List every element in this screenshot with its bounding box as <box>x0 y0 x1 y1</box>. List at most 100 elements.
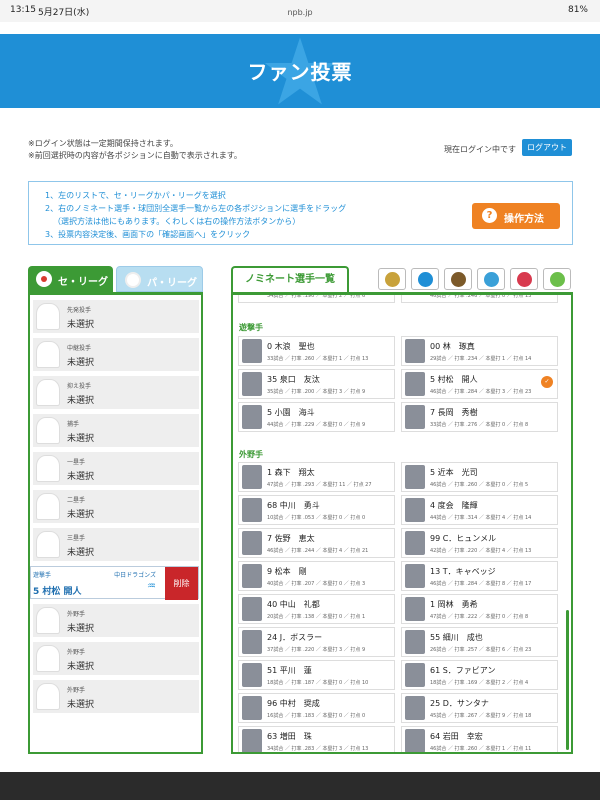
player-card[interactable]: 24 J．ボスラー 37試合 ／ 打率 .220 ／ 本塁打 3 ／ 打点 9 <box>238 627 395 657</box>
player-name: 35 泉口 友汰 <box>267 375 320 384</box>
player-stats: 18試合 ／ 打率 .187 ／ 本塁打 0 ／ 打点 10 <box>267 680 369 686</box>
position-slot[interactable]: 二塁手 未選択 <box>33 490 199 523</box>
team-logo-swallows-icon[interactable] <box>543 268 571 290</box>
position-slot[interactable]: 先発投手 未選択 <box>33 300 199 333</box>
nominee-list: 34試合 ／ 打率 .190 ／ 本塁打 2 ／ 打点 6 46試合 ／ 打率 … <box>231 292 573 754</box>
player-photo <box>242 597 262 621</box>
player-card[interactable]: 5 近本 光司 46試合 ／ 打率 .260 ／ 本塁打 0 ／ 打点 5 <box>401 462 558 492</box>
selected-shortstop-slot[interactable]: 遊撃手 中日ドラゴンズ 5 村松 開人 ♒ 削除 <box>30 566 199 600</box>
player-stats: 46試合 ／ 打率 .260 ／ 本塁打 1 ／ 打点 11 <box>430 746 532 752</box>
avatar-placeholder-icon <box>36 645 60 672</box>
player-card[interactable]: 35 泉口 友汰 35試合 ／ 打率 .200 ／ 本塁打 3 ／ 打点 9 <box>238 369 395 399</box>
position-player: 未選択 <box>67 320 95 330</box>
tab-central-league[interactable]: セ・リーグ <box>28 266 113 292</box>
player-card[interactable]: 64 岩田 幸宏 46試合 ／ 打率 .260 ／ 本塁打 1 ／ 打点 11 <box>401 726 558 752</box>
player-card[interactable]: 96 中村 奨成 16試合 ／ 打率 .183 ／ 本塁打 0 ／ 打点 0 <box>238 693 395 723</box>
player-name: 9 松本 剛 <box>267 567 307 576</box>
tab-pacific-label: パ・リーグ <box>147 278 197 289</box>
player-card[interactable]: 46試合 ／ 打率 .246 ／ 本塁打 0 ／ 打点 13 <box>401 295 558 303</box>
team-logo-baystars-icon[interactable] <box>411 268 439 290</box>
player-stats: 20試合 ／ 打率 .138 ／ 本塁打 0 ／ 打点 1 <box>267 614 366 620</box>
position-slot[interactable]: 捕手 未選択 <box>33 414 199 447</box>
player-card[interactable]: 40 中山 礼都 20試合 ／ 打率 .138 ／ 本塁打 0 ／ 打点 1 <box>238 594 395 624</box>
position-label: 捕手 <box>67 421 80 428</box>
player-photo <box>405 729 425 752</box>
player-card[interactable]: 9 松本 剛 40試合 ／ 打率 .207 ／ 本塁打 0 ／ 打点 3 <box>238 561 395 591</box>
player-name: 24 J．ボスラー <box>267 633 323 642</box>
player-card[interactable]: 1 森下 翔太 47試合 ／ 打率 .293 ／ 本塁打 11 ／ 打点 27 <box>238 462 395 492</box>
team-logo-tigers-icon[interactable] <box>378 268 406 290</box>
position-slot[interactable]: 抑え投手 未選択 <box>33 376 199 409</box>
player-stats: 46試合 ／ 打率 .244 ／ 本塁打 4 ／ 打点 21 <box>267 548 369 554</box>
position-player: 5 村松 開人 <box>33 587 82 597</box>
player-card[interactable]: 68 中川 勇斗 10試合 ／ 打率 .053 ／ 本塁打 0 ／ 打点 0 <box>238 495 395 525</box>
instruction-1: 1、左のリストで、セ・リーグかパ・リーグを選択 <box>45 191 226 200</box>
player-photo <box>405 630 425 654</box>
player-card[interactable]: 4 度会 隆輝 44試合 ／ 打率 .314 ／ 本塁打 4 ／ 打点 14 <box>401 495 558 525</box>
page-title: ファン投票 <box>247 60 353 84</box>
url-bar[interactable]: npb.jp <box>0 8 600 17</box>
position-slot[interactable]: 三塁手 未選択 <box>33 528 199 561</box>
player-card[interactable]: 99 C．ヒュンメル 42試合 ／ 打率 .220 ／ 本塁打 4 ／ 打点 13 <box>401 528 558 558</box>
player-photo <box>242 564 262 588</box>
position-label: 中継投手 <box>67 345 92 352</box>
dragons-mascot-icon: ♒ <box>147 581 156 592</box>
player-card[interactable]: 61 S．ファビアン 18試合 ／ 打率 .169 ／ 本塁打 2 ／ 打点 4 <box>401 660 558 690</box>
tab-nominees[interactable]: ノミネート選手一覧 <box>231 266 349 293</box>
player-stats: 18試合 ／ 打率 .169 ／ 本塁打 2 ／ 打点 4 <box>430 680 529 686</box>
player-card[interactable]: 51 平川 蓮 18試合 ／ 打率 .187 ／ 本塁打 0 ／ 打点 10 <box>238 660 395 690</box>
team-logo-giants-icon[interactable] <box>444 268 472 290</box>
player-card[interactable]: 5 村松 開人 46試合 ／ 打率 .284 ／ 本塁打 3 ／ 打点 23 ✓ <box>401 369 558 399</box>
player-card[interactable]: 13 T．キャベッジ 46試合 ／ 打率 .284 ／ 本塁打 8 ／ 打点 17 <box>401 561 558 591</box>
player-card[interactable]: 7 長岡 秀樹 33試合 ／ 打率 .276 ／ 本塁打 0 ／ 打点 8 <box>401 402 558 432</box>
player-card[interactable]: 63 増田 珠 34試合 ／ 打率 .283 ／ 本塁打 3 ／ 打点 13 <box>238 726 395 752</box>
delete-button[interactable]: 削除 <box>165 567 198 600</box>
player-stats: 37試合 ／ 打率 .220 ／ 本塁打 3 ／ 打点 9 <box>267 647 366 653</box>
nominee-scrollbar[interactable] <box>566 610 569 750</box>
player-stats: 42試合 ／ 打率 .220 ／ 本塁打 4 ／ 打点 13 <box>430 548 532 554</box>
player-card[interactable]: 00 林 琢真 29試合 ／ 打率 .234 ／ 本塁打 1 ／ 打点 14 <box>401 336 558 366</box>
player-photo <box>405 696 425 720</box>
player-name: 40 中山 礼都 <box>267 600 320 609</box>
player-photo <box>405 564 425 588</box>
howto-label: 操作方法 <box>504 214 544 225</box>
player-name: 99 C．ヒュンメル <box>430 534 497 543</box>
instruction-2-note: （選択方法は他にもあります。くわしくは右の操作方法ボタンから） <box>53 217 301 226</box>
player-card[interactable]: 0 木浪 聖也 33試合 ／ 打率 .260 ／ 本塁打 1 ／ 打点 13 <box>238 336 395 366</box>
player-photo <box>242 405 262 429</box>
tab-pacific-league[interactable]: パ・リーグ <box>116 266 203 292</box>
position-player: 未選択 <box>67 700 95 710</box>
player-card[interactable]: 7 佐野 恵太 46試合 ／ 打率 .244 ／ 本塁打 4 ／ 打点 21 <box>238 528 395 558</box>
player-card[interactable]: 55 細川 成也 26試合 ／ 打率 .257 ／ 本塁打 6 ／ 打点 23 <box>401 627 558 657</box>
position-slot[interactable]: 外野手 未選択 <box>33 604 199 637</box>
position-slot[interactable]: 一塁手 未選択 <box>33 452 199 485</box>
player-photo <box>242 498 262 522</box>
player-card[interactable]: 5 小園 海斗 44試合 ／ 打率 .229 ／ 本塁打 0 ／ 打点 9 <box>238 402 395 432</box>
player-card[interactable]: 25 D．サンタナ 45試合 ／ 打率 .267 ／ 本塁打 9 ／ 打点 18 <box>401 693 558 723</box>
note-login: ※ログイン状態は一定期間保持されます。 <box>28 139 178 148</box>
team-logo-dragons-icon[interactable] <box>477 268 505 290</box>
player-stats: 46試合 ／ 打率 .284 ／ 本塁打 8 ／ 打点 17 <box>430 581 532 587</box>
player-name: 68 中川 勇斗 <box>267 501 320 510</box>
player-name: 7 佐野 恵太 <box>267 534 315 543</box>
player-photo <box>405 405 425 429</box>
avatar-placeholder-icon <box>36 493 60 520</box>
player-card[interactable]: 34試合 ／ 打率 .190 ／ 本塁打 2 ／ 打点 6 <box>238 295 395 303</box>
player-card[interactable]: 1 岡林 勇希 47試合 ／ 打率 .222 ／ 本塁打 0 ／ 打点 8 <box>401 594 558 624</box>
player-photo <box>242 696 262 720</box>
position-player: 未選択 <box>67 472 95 482</box>
howto-button[interactable]: ? 操作方法 <box>472 203 560 229</box>
instruction-2: 2、右のノミネート選手・球団別全選手一覧から左の各ポジションに選手をドラッグ <box>45 204 347 213</box>
question-icon: ? <box>482 208 497 223</box>
player-photo <box>242 465 262 489</box>
position-player: 未選択 <box>67 548 95 558</box>
team-logo-carp-icon[interactable] <box>510 268 538 290</box>
position-slot[interactable]: 外野手 未選択 <box>33 680 199 713</box>
player-photo <box>242 663 262 687</box>
avatar-placeholder-icon <box>36 417 60 444</box>
position-slot[interactable]: 中継投手 未選択 <box>33 338 199 371</box>
position-slot[interactable]: 外野手 未選択 <box>33 642 199 675</box>
avatar-placeholder-icon <box>36 683 60 710</box>
player-stats: 10試合 ／ 打率 .053 ／ 本塁打 0 ／ 打点 0 <box>267 515 366 521</box>
logout-button[interactable]: ログアウト <box>522 139 572 156</box>
